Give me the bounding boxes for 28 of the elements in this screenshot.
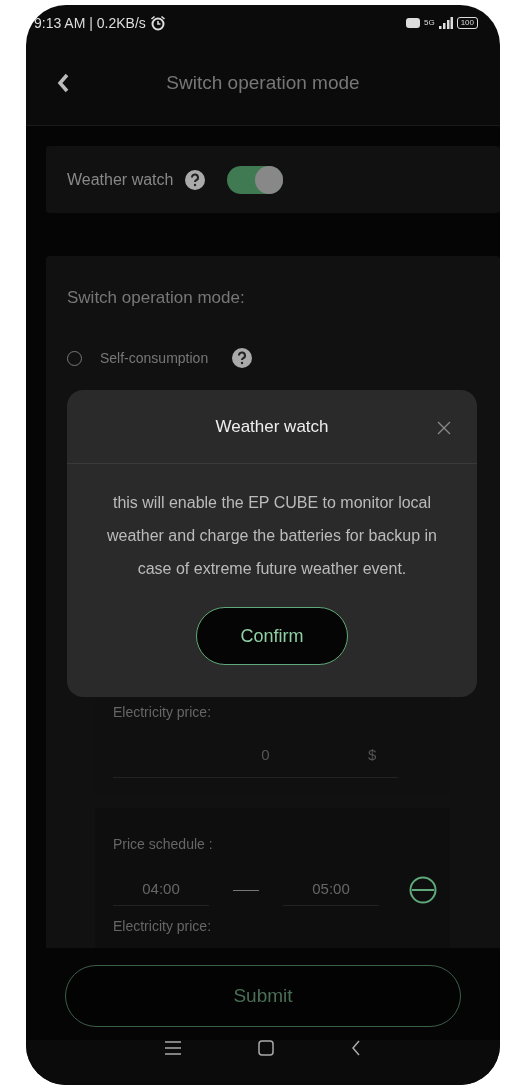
help-icon[interactable]	[185, 169, 206, 190]
home-square-icon[interactable]	[258, 1040, 274, 1056]
dialog-title: Weather watch	[215, 416, 329, 437]
network-label: 5G	[423, 18, 435, 27]
menu-icon[interactable]	[164, 1041, 181, 1055]
submit-button[interactable]: Submit	[65, 965, 461, 1027]
battery-level: 100	[456, 16, 478, 29]
range-dash	[233, 889, 259, 891]
price-input-field[interactable]: 0 $	[113, 746, 398, 778]
price-label: Electricity price:	[113, 918, 213, 934]
signal-icon	[438, 16, 453, 29]
weather-watch-label: Weather watch	[67, 170, 174, 189]
mode-title: Switch operation mode:	[67, 288, 246, 308]
close-icon[interactable]	[437, 421, 451, 435]
alarm-clock-icon	[149, 14, 166, 31]
dialog-message: this will enable the EP CUBE to monitor local weather and charge the batteries for backup in case of extreme future weather event.	[106, 493, 438, 579]
schedule-label: Price schedule :	[113, 835, 214, 852]
end-time-field[interactable]: 05:00	[283, 874, 379, 906]
remove-icon[interactable]	[409, 876, 437, 904]
start-time-field[interactable]: 04:00	[113, 874, 209, 906]
back-icon[interactable]	[351, 1040, 362, 1056]
page-title: Switch operation mode	[166, 71, 360, 94]
price-label: Electricity price:	[113, 703, 213, 720]
status-time: 9:13 AM | 0.2KB/s	[34, 14, 146, 31]
confirm-button[interactable]: Confirm	[196, 607, 348, 665]
option-label: Self-consumption	[100, 350, 209, 366]
weather-watch-toggle[interactable]	[227, 165, 284, 194]
help-icon[interactable]	[232, 348, 253, 368]
